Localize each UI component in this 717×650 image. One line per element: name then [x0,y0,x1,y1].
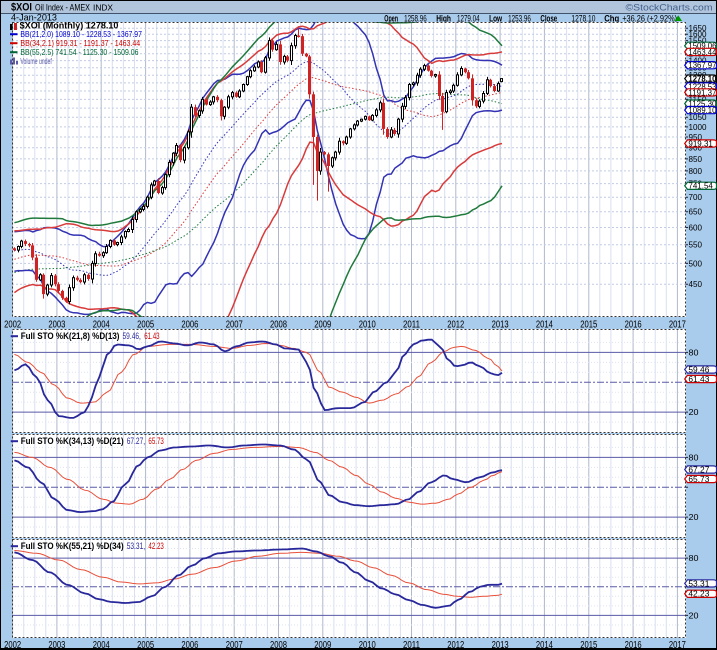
svg-text:42.23: 42.23 [688,590,710,599]
svg-text:500: 500 [689,259,703,268]
svg-text:2014: 2014 [536,320,553,331]
svg-text:2011: 2011 [403,640,420,650]
svg-text:2015: 2015 [580,640,597,650]
svg-text:2016: 2016 [625,320,642,331]
svg-text:800: 800 [689,167,703,176]
svg-text:53.31: 53.31 [688,579,710,588]
svg-text:1000: 1000 [689,123,708,132]
svg-text:2004: 2004 [93,640,110,650]
svg-text:2017: 2017 [669,640,686,650]
svg-text:Low: Low [489,13,503,23]
svg-text:1089.10: 1089.10 [688,106,717,115]
svg-text:Full STO %K(55,21) %D(34): Full STO %K(55,21) %D(34) [21,541,124,551]
svg-text:2002: 2002 [4,640,21,650]
svg-text:59.46,: 59.46, [123,331,141,341]
svg-text:1278.10: 1278.10 [571,13,595,23]
svg-text:2013: 2013 [492,640,509,650]
svg-text:850: 850 [689,155,703,164]
svg-text:550: 550 [689,241,703,250]
svg-text:2011: 2011 [403,320,420,331]
svg-text:2012: 2012 [447,640,464,650]
svg-text:65.73: 65.73 [148,436,163,446]
svg-text:2010: 2010 [359,640,376,650]
svg-text:2009: 2009 [314,640,331,650]
svg-text:80: 80 [689,348,700,357]
svg-text:2016: 2016 [625,640,642,650]
svg-text:42.23: 42.23 [148,541,163,551]
svg-text:741.54: 741.54 [688,182,713,191]
svg-text:2003: 2003 [48,320,65,331]
svg-text:61.43: 61.43 [144,331,159,341]
svg-text:2004: 2004 [93,320,110,331]
svg-text:53.31,: 53.31, [127,541,145,551]
svg-text:1258.96: 1258.96 [404,13,427,23]
svg-text:65.73: 65.73 [688,475,710,484]
svg-text:600: 600 [689,223,703,232]
svg-text:20: 20 [689,513,700,522]
svg-text:2014: 2014 [536,640,553,650]
svg-text:2010: 2010 [359,320,376,331]
svg-text:2005: 2005 [137,640,154,650]
svg-text:2007: 2007 [226,320,243,331]
svg-text:+36.26 (+2.92%): +36.26 (+2.92%) [622,13,677,23]
svg-text:59.46: 59.46 [688,365,710,374]
svg-text:450: 450 [689,280,703,289]
svg-text:Volume undef: Volume undef [20,57,52,66]
svg-text:Open: Open [384,13,398,23]
svg-text:1650: 1650 [689,24,708,33]
svg-text:2002: 2002 [4,320,21,331]
svg-text:2009: 2009 [314,320,331,331]
svg-text:Full STO %K(21,8) %D(13): Full STO %K(21,8) %D(13) [21,331,120,341]
svg-text:2015: 2015 [580,320,597,331]
svg-text:700: 700 [689,193,703,202]
svg-text:1367.97: 1367.97 [688,61,717,70]
svg-text:650: 650 [689,208,703,217]
svg-text:1253.96: 1253.96 [508,13,531,23]
svg-text:1279.04: 1279.04 [457,13,480,23]
svg-text:80: 80 [689,554,700,563]
svg-text:1463.44: 1463.44 [688,48,717,57]
svg-text:20: 20 [689,408,700,417]
svg-text:High: High [436,13,451,23]
svg-text:Chg: Chg [604,13,619,23]
svg-text:2017: 2017 [669,320,686,331]
svg-text:BB(55,2.5) 741.54 - 1125.30 -: BB(55,2.5) 741.54 - 1125.30 - 1509.06 [20,48,139,57]
svg-text:2012: 2012 [447,320,464,331]
svg-text:2008: 2008 [270,320,287,331]
svg-text:2006: 2006 [181,320,198,331]
svg-text:61.43: 61.43 [688,375,710,384]
svg-text:2007: 2007 [226,640,243,650]
svg-text:2006: 2006 [181,640,198,650]
svg-text:20: 20 [689,611,700,620]
svg-text:INDX: INDX [93,4,114,13]
svg-text:67.27,: 67.27, [127,436,145,446]
svg-text:BB(34,2.1) 919.31 - 1191.37 -: BB(34,2.1) 919.31 - 1191.37 - 1463.44 [20,39,140,48]
svg-text:BB(21,2.0) 1089.10 - 1228.53 -: BB(21,2.0) 1089.10 - 1228.53 - 1367.97 [20,30,142,39]
svg-text:Close: Close [540,13,557,23]
svg-text:1191.37: 1191.37 [688,88,717,97]
svg-text:80: 80 [689,453,700,462]
svg-text:Full STO %K(34,13) %D(21): Full STO %K(34,13) %D(21) [21,436,124,446]
svg-text:2013: 2013 [492,320,509,331]
svg-text:2005: 2005 [137,320,154,331]
svg-text:©StockCharts.com: ©StockCharts.com [626,3,713,13]
svg-text:919.31: 919.31 [688,139,713,148]
svg-text:2003: 2003 [48,640,65,650]
svg-text:67.27: 67.27 [688,465,710,474]
svg-text:2008: 2008 [270,640,287,650]
